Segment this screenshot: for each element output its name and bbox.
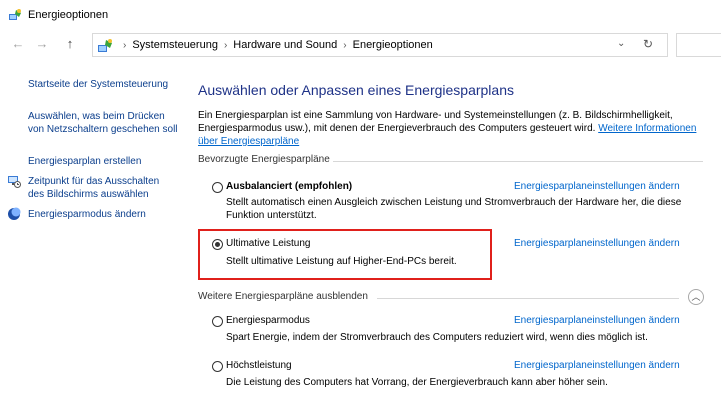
breadcrumb-hardware-und-sound[interactable]: Hardware und Sound <box>233 39 337 51</box>
collapse-chevron-up-icon[interactable]: ︿ <box>688 289 704 305</box>
plan-name-high-performance[interactable]: Höchstleistung <box>226 360 292 371</box>
window-title: Energieoptionen <box>28 9 109 21</box>
main-content: Auswählen oder Anpassen eines Energiespa… <box>185 62 721 418</box>
plan-name-power-saver[interactable]: Energiesparmodus <box>226 315 310 326</box>
plan-desc-power-saver: Spart Energie, indem der Stromverbrauch … <box>226 332 648 343</box>
address-bar[interactable]: › Systemsteuerung › Hardware und Sound › Ener… <box>92 33 668 57</box>
change-settings-link-high-performance[interactable]: Energiesparplaneinstellungen ändern <box>514 360 680 371</box>
sidebar-item-power-buttons[interactable]: Auswählen, was beim Drücken von Netzscha… <box>28 110 178 136</box>
forward-button[interactable]: → <box>34 36 50 52</box>
navigation-bar: ← → ↑ › Systemsteuerung › Hardware und Soun… <box>0 30 721 62</box>
more-plans-label: Weitere Energiesparpläne ausblenden <box>198 291 368 302</box>
radio-power-saver[interactable] <box>212 316 223 327</box>
back-button[interactable]: ← <box>10 36 26 52</box>
chevron-down-icon[interactable]: ⌄ <box>617 38 625 49</box>
breadcrumb-separator: › <box>123 40 127 51</box>
sidebar-item-display-off[interactable]: Zeitpunkt für das Ausschalten des Bildsc… <box>28 175 178 201</box>
change-settings-link-ultimate[interactable]: Energiesparplaneinstellungen ändern <box>514 238 680 249</box>
divider <box>377 298 679 299</box>
up-button[interactable]: ↑ <box>62 36 78 52</box>
sidebar-item-create-plan[interactable]: Energiesparplan erstellen <box>28 155 178 168</box>
plan-name-ultimate-performance[interactable]: Ultimative Leistung <box>226 238 310 249</box>
breadcrumb-separator[interactable]: › <box>224 40 227 51</box>
page-title: Auswählen oder Anpassen eines Energiespa… <box>198 82 514 98</box>
change-settings-link-balanced[interactable]: Energiesparplaneinstellungen ändern <box>514 181 680 192</box>
moon-icon <box>8 207 21 220</box>
control-panel-icon <box>98 39 112 52</box>
refresh-icon[interactable]: ↻ <box>643 37 653 51</box>
preferred-plans-label: Bevorzugte Energiesparpläne <box>198 154 330 165</box>
search-input[interactable] <box>676 33 721 57</box>
sidebar-item-home[interactable]: Startseite der Systemsteuerung <box>28 78 178 91</box>
plan-desc-ultimate-performance: Stellt ultimative Leistung auf Higher-En… <box>226 256 457 267</box>
radio-ultimate-performance[interactable] <box>212 239 223 250</box>
breadcrumb-energieoptionen[interactable]: Energieoptionen <box>353 39 433 51</box>
monitor-clock-icon <box>8 176 21 188</box>
plan-name-balanced[interactable]: Ausbalanciert (empfohlen) <box>226 181 352 192</box>
breadcrumb: › Systemsteuerung › Hardware und Sound › Ener… <box>117 39 433 51</box>
power-options-icon <box>9 9 21 20</box>
title-bar: Energieoptionen <box>0 0 721 30</box>
radio-balanced[interactable] <box>212 182 223 193</box>
sidebar: Startseite der Systemsteuerung Auswählen… <box>0 62 185 418</box>
sidebar-item-sleep-mode[interactable]: Energiesparmodus ändern <box>28 208 178 221</box>
intro-text: Ein Energiesparplan ist eine Sammlung vo… <box>198 109 703 148</box>
plan-desc-balanced: Stellt automatisch einen Ausgleich zwisc… <box>226 197 682 221</box>
plan-desc-high-performance: Die Leistung des Computers hat Vorrang, … <box>226 377 608 388</box>
breadcrumb-systemsteuerung[interactable]: Systemsteuerung <box>132 39 218 51</box>
change-settings-link-power-saver[interactable]: Energiesparplaneinstellungen ändern <box>514 315 680 326</box>
breadcrumb-separator[interactable]: › <box>343 40 346 51</box>
divider <box>333 161 703 162</box>
radio-high-performance[interactable] <box>212 361 223 372</box>
